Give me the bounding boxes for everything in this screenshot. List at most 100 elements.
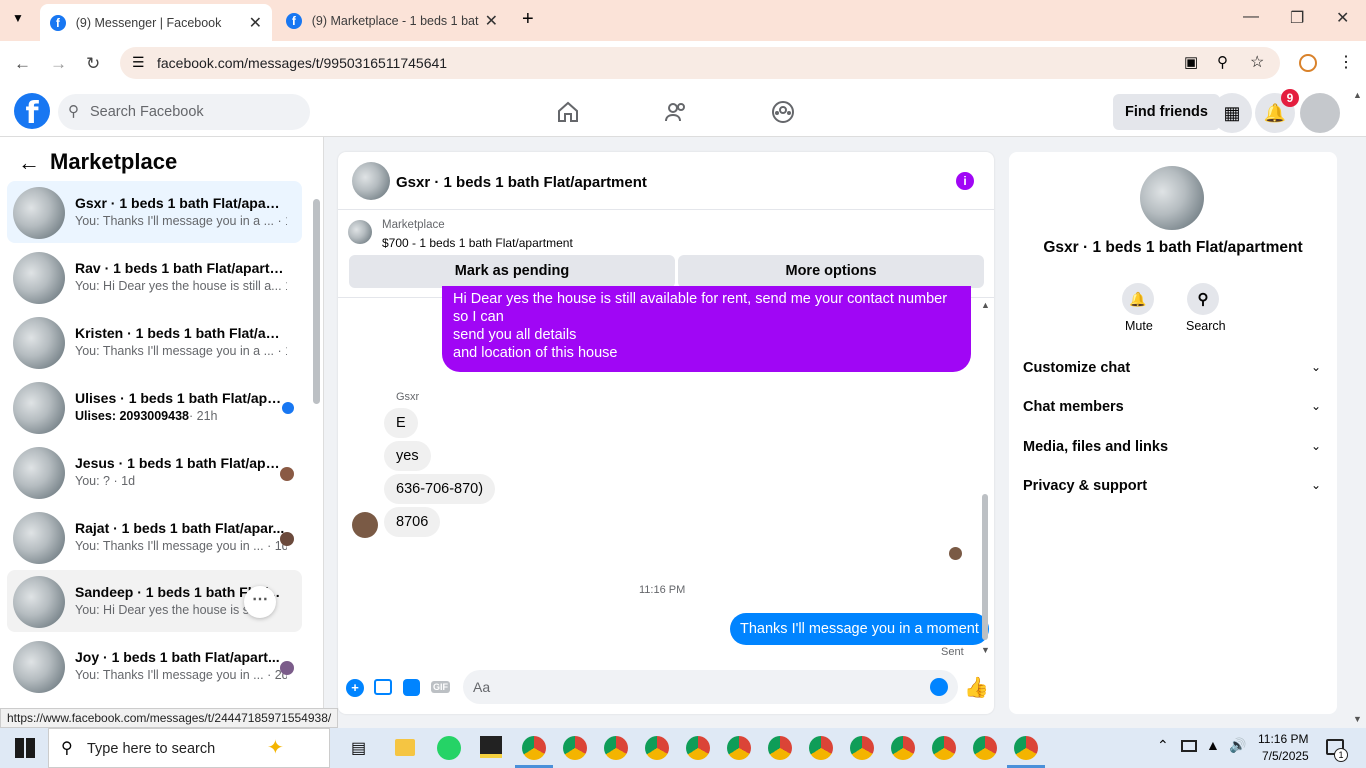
photo-icon[interactable]	[374, 679, 392, 695]
site-info-icon[interactable]: ☰	[132, 54, 145, 71]
task-view-icon[interactable]: ▤	[351, 738, 366, 758]
chrome-icon[interactable]	[727, 736, 751, 760]
conversation-options-button[interactable]: ⋯	[244, 586, 276, 618]
list-item[interactable]: Ulises · 1 beds 1 bath Flat/apar... Ulis…	[7, 376, 302, 438]
avatar[interactable]	[1140, 166, 1204, 230]
section-chat-members[interactable]: Chat members ⌄	[1009, 399, 1337, 423]
add-icon[interactable]: +	[346, 679, 364, 697]
back-icon[interactable]: ←	[14, 54, 31, 74]
chrome-icon[interactable]	[645, 736, 669, 760]
zoom-icon[interactable]: ⚲	[1217, 53, 1228, 71]
section-customize-chat[interactable]: Customize chat ⌄	[1009, 360, 1337, 384]
outgoing-message: Thanks I'll message you in a moment	[730, 613, 989, 645]
chrome-icon[interactable]	[973, 736, 997, 760]
avatar	[13, 252, 65, 304]
groups-icon[interactable]	[771, 100, 795, 124]
tab-search-chevron-icon[interactable]: ▼	[12, 11, 24, 25]
list-item[interactable]: Joy · 1 beds 1 bath Flat/apart... You: T…	[7, 635, 302, 697]
reload-icon[interactable]: ↻	[86, 54, 100, 74]
find-friends-button[interactable]: Find friends	[1113, 94, 1220, 130]
more-options-button[interactable]: More options	[678, 255, 984, 288]
battery-icon[interactable]	[1181, 740, 1197, 752]
info-icon[interactable]: i	[956, 172, 974, 190]
tab-messenger[interactable]: f (9) Messenger | Facebook ✕	[40, 4, 272, 41]
input-placeholder: Aa	[473, 679, 491, 695]
tab-marketplace[interactable]: f (9) Marketplace - 1 beds 1 bath ✕	[276, 4, 508, 37]
gif-icon[interactable]: GIF	[431, 681, 450, 693]
account-avatar[interactable]	[1300, 93, 1340, 133]
sticker-icon[interactable]	[403, 679, 420, 696]
scrollbar[interactable]	[313, 199, 320, 404]
list-item[interactable]: Rajat · 1 beds 1 bath Flat/apar... You: …	[7, 506, 302, 568]
page-scroll-down-icon[interactable]: ▼	[1353, 714, 1362, 724]
back-arrow-icon[interactable]: ←	[18, 150, 40, 176]
url-field[interactable]: ☰ facebook.com/messages/t/99503165117456…	[120, 47, 1280, 79]
home-icon[interactable]	[556, 100, 580, 124]
notification-count-badge: 1	[1334, 748, 1348, 762]
close-tab-icon[interactable]: ✕	[249, 13, 262, 33]
tray-chevron-up-icon[interactable]: ⌃	[1157, 737, 1169, 754]
scroll-up-icon[interactable]: ▲	[981, 300, 990, 310]
message-line: and location of this house	[453, 345, 618, 361]
emoji-icon[interactable]	[930, 678, 948, 696]
message-line: send you all details	[453, 327, 577, 343]
clock-time[interactable]: 11:16 PM	[1258, 732, 1308, 746]
scroll-down-icon[interactable]: ▼	[981, 645, 990, 655]
whatsapp-icon[interactable]	[437, 736, 461, 760]
list-item[interactable]: Kristen · 1 beds 1 bath Flat/apart... Yo…	[7, 311, 302, 373]
restore-icon[interactable]: ❐	[1290, 8, 1304, 28]
chrome-icon[interactable]	[809, 736, 833, 760]
close-tab-icon[interactable]: ✕	[485, 11, 498, 31]
forward-icon[interactable]: →	[50, 54, 67, 74]
like-thumb-icon[interactable]: 👍	[964, 675, 989, 700]
friends-icon[interactable]	[664, 100, 688, 124]
profile-icon[interactable]	[1299, 54, 1317, 72]
minimize-icon[interactable]: —	[1243, 8, 1259, 26]
conversation-preview: You: Hi Dear yes the house is still a...…	[75, 279, 287, 293]
browser-menu-icon[interactable]: ⋮	[1338, 52, 1354, 72]
list-item[interactable]: Gsxr · 1 beds 1 bath Flat/apartm... You:…	[7, 181, 302, 243]
windows-start-icon[interactable]	[15, 738, 35, 758]
message-input[interactable]: Aa	[463, 670, 958, 704]
chrome-icon[interactable]	[563, 736, 587, 760]
section-media-files-links[interactable]: Media, files and links ⌄	[1009, 439, 1337, 463]
file-explorer-icon[interactable]	[395, 739, 415, 756]
clock-date[interactable]: 7/5/2025	[1262, 749, 1309, 763]
close-window-icon[interactable]: ✕	[1336, 8, 1349, 28]
app-icon[interactable]	[480, 736, 502, 758]
section-privacy-support[interactable]: Privacy & support ⌄	[1009, 478, 1337, 502]
facebook-header: f ⚲ Search Facebook Find friends ▦ 🔔 9	[0, 87, 1366, 137]
chrome-icon[interactable]	[522, 736, 546, 760]
menu-grid-icon[interactable]: ▦	[1212, 93, 1252, 133]
chrome-icon[interactable]	[891, 736, 915, 760]
search-input[interactable]: ⚲ Search Facebook	[58, 94, 310, 130]
chrome-icon[interactable]	[1014, 736, 1038, 760]
search-icon[interactable]: ⚲	[1187, 283, 1219, 315]
seen-avatar	[280, 467, 294, 481]
avatar	[13, 187, 65, 239]
incoming-message: E	[384, 408, 418, 438]
sender-avatar[interactable]	[352, 512, 378, 538]
chrome-icon[interactable]	[686, 736, 710, 760]
install-icon[interactable]: ▣	[1184, 53, 1198, 71]
facebook-logo-icon[interactable]: f	[14, 93, 50, 131]
chrome-icon[interactable]	[604, 736, 628, 760]
chrome-icon[interactable]	[850, 736, 874, 760]
bookmark-star-icon[interactable]: ☆	[1250, 52, 1264, 72]
list-item[interactable]: Jesus · 1 beds 1 bath Flat/apar... You: …	[7, 441, 302, 503]
chat-title[interactable]: Gsxr · 1 beds 1 bath Flat/apartment	[396, 174, 647, 191]
scrollbar[interactable]	[982, 494, 988, 640]
list-item[interactable]: Rav · 1 beds 1 bath Flat/apartment You: …	[7, 246, 302, 308]
chrome-icon[interactable]	[768, 736, 792, 760]
mark-as-pending-button[interactable]: Mark as pending	[349, 255, 675, 288]
mute-bell-icon[interactable]: 🔔	[1122, 283, 1154, 315]
volume-icon[interactable]: 🔊	[1229, 737, 1246, 754]
avatar	[13, 576, 65, 628]
taskbar-search-input[interactable]: ⚲ Type here to search ✦	[48, 728, 330, 768]
search-icon: ⚲	[61, 740, 73, 757]
new-tab-icon[interactable]: +	[522, 8, 534, 31]
wifi-icon[interactable]: ▲	[1206, 737, 1220, 753]
avatar[interactable]	[352, 162, 390, 200]
page-scroll-up-icon[interactable]: ▲	[1353, 90, 1362, 100]
chrome-icon[interactable]	[932, 736, 956, 760]
